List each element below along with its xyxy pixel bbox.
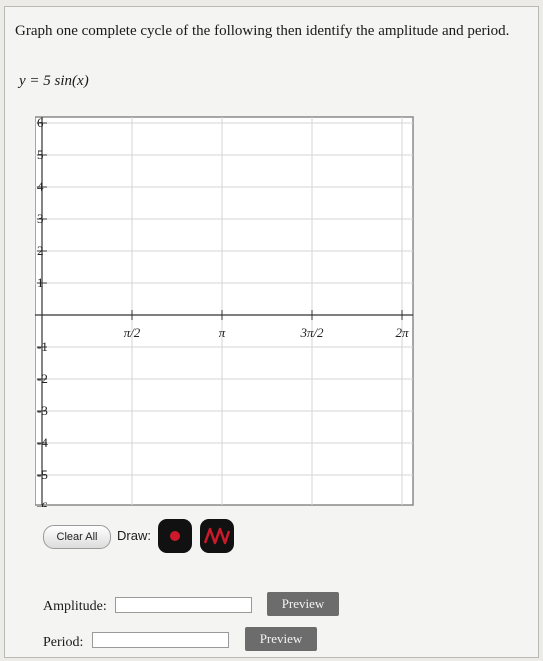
amplitude-preview-button[interactable]: Preview bbox=[267, 592, 339, 616]
y-tick-label: -3 bbox=[37, 403, 48, 418]
y-tick-label: 6 bbox=[37, 115, 44, 130]
y-tick-label: -1 bbox=[37, 339, 48, 354]
graph-canvas[interactable]: 6 5 4 3 2 1 -1 -2 -3 -4 -5 -6 π/2 π 3π/2 2π bbox=[34, 115, 415, 514]
y-tick-label: 4 bbox=[37, 179, 44, 194]
x-tick-label: 3π/2 bbox=[299, 325, 324, 340]
x-tick-label: 2π bbox=[395, 325, 409, 340]
question-panel: Graph one complete cycle of the followin… bbox=[4, 6, 539, 658]
y-tick-label: -5 bbox=[37, 467, 48, 482]
y-tick-label: 1 bbox=[37, 275, 44, 290]
y-tick-label: -2 bbox=[37, 371, 48, 386]
point-tool-button[interactable] bbox=[158, 519, 192, 553]
amplitude-input[interactable] bbox=[115, 597, 252, 613]
question-prompt: Graph one complete cycle of the followin… bbox=[15, 23, 510, 39]
period-input[interactable] bbox=[92, 632, 229, 648]
y-tick-label: 5 bbox=[37, 147, 44, 162]
y-tick-label: 3 bbox=[37, 211, 44, 226]
x-tick-label: π bbox=[219, 325, 226, 340]
x-tick-label: π/2 bbox=[124, 325, 141, 340]
draw-label: Draw: bbox=[117, 528, 151, 543]
sine-tool-button[interactable] bbox=[200, 519, 234, 553]
clear-all-button[interactable]: Clear All bbox=[43, 525, 111, 549]
dot-icon bbox=[170, 531, 180, 541]
graph-frame bbox=[34, 116, 414, 506]
y-tick-label: -6 bbox=[37, 499, 48, 507]
graph-area[interactable]: 6 5 4 3 2 1 -1 -2 -3 -4 -5 -6 π/2 π 3π/2 2π bbox=[34, 115, 415, 514]
period-label: Period: bbox=[43, 635, 84, 650]
sine-wave-icon bbox=[203, 527, 231, 545]
equation: y = 5 sin(x) bbox=[19, 73, 89, 89]
y-tick-label: 2 bbox=[37, 243, 44, 258]
period-preview-button[interactable]: Preview bbox=[245, 627, 317, 651]
amplitude-label: Amplitude: bbox=[43, 599, 107, 614]
y-tick-label: -4 bbox=[37, 435, 48, 450]
